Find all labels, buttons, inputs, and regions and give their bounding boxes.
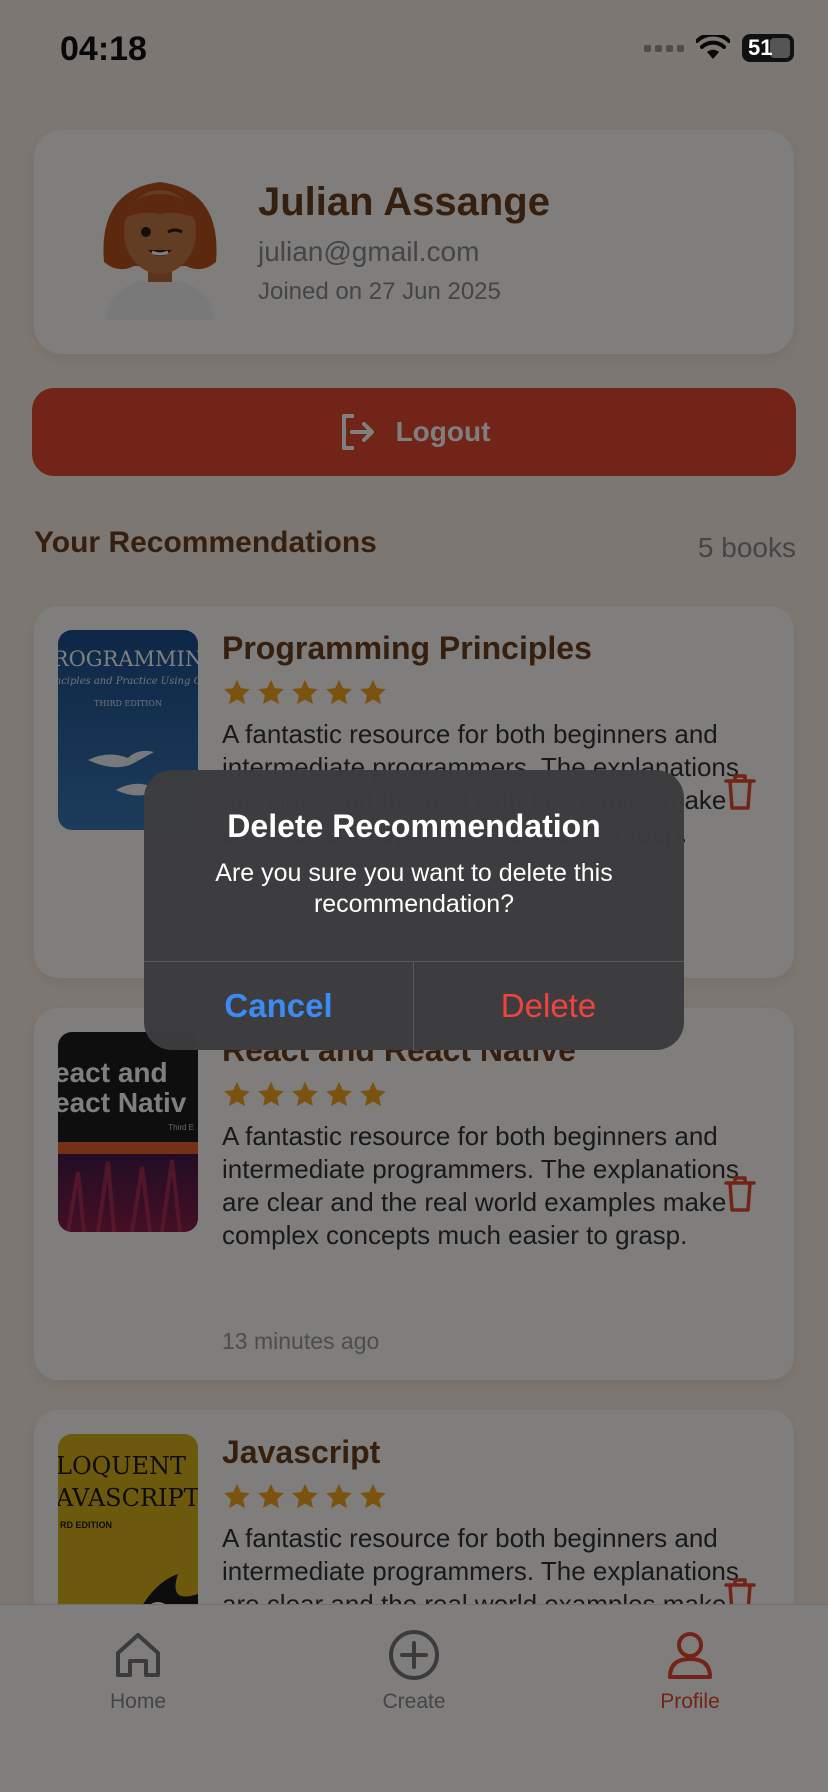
dialog-message: Are you sure you want to delete this rec… bbox=[215, 859, 613, 918]
dialog-title: Delete Recommendation bbox=[227, 808, 601, 844]
battery-level: 51 bbox=[748, 35, 773, 60]
profile-screen: 04:18 51 Julian Assange julian@gmail.com bbox=[0, 0, 828, 1792]
delete-button[interactable]: Delete bbox=[414, 962, 683, 1050]
cancel-button[interactable]: Cancel bbox=[144, 962, 413, 1050]
delete-confirmation-dialog: Delete Recommendation Are you sure you w… bbox=[144, 770, 684, 1050]
